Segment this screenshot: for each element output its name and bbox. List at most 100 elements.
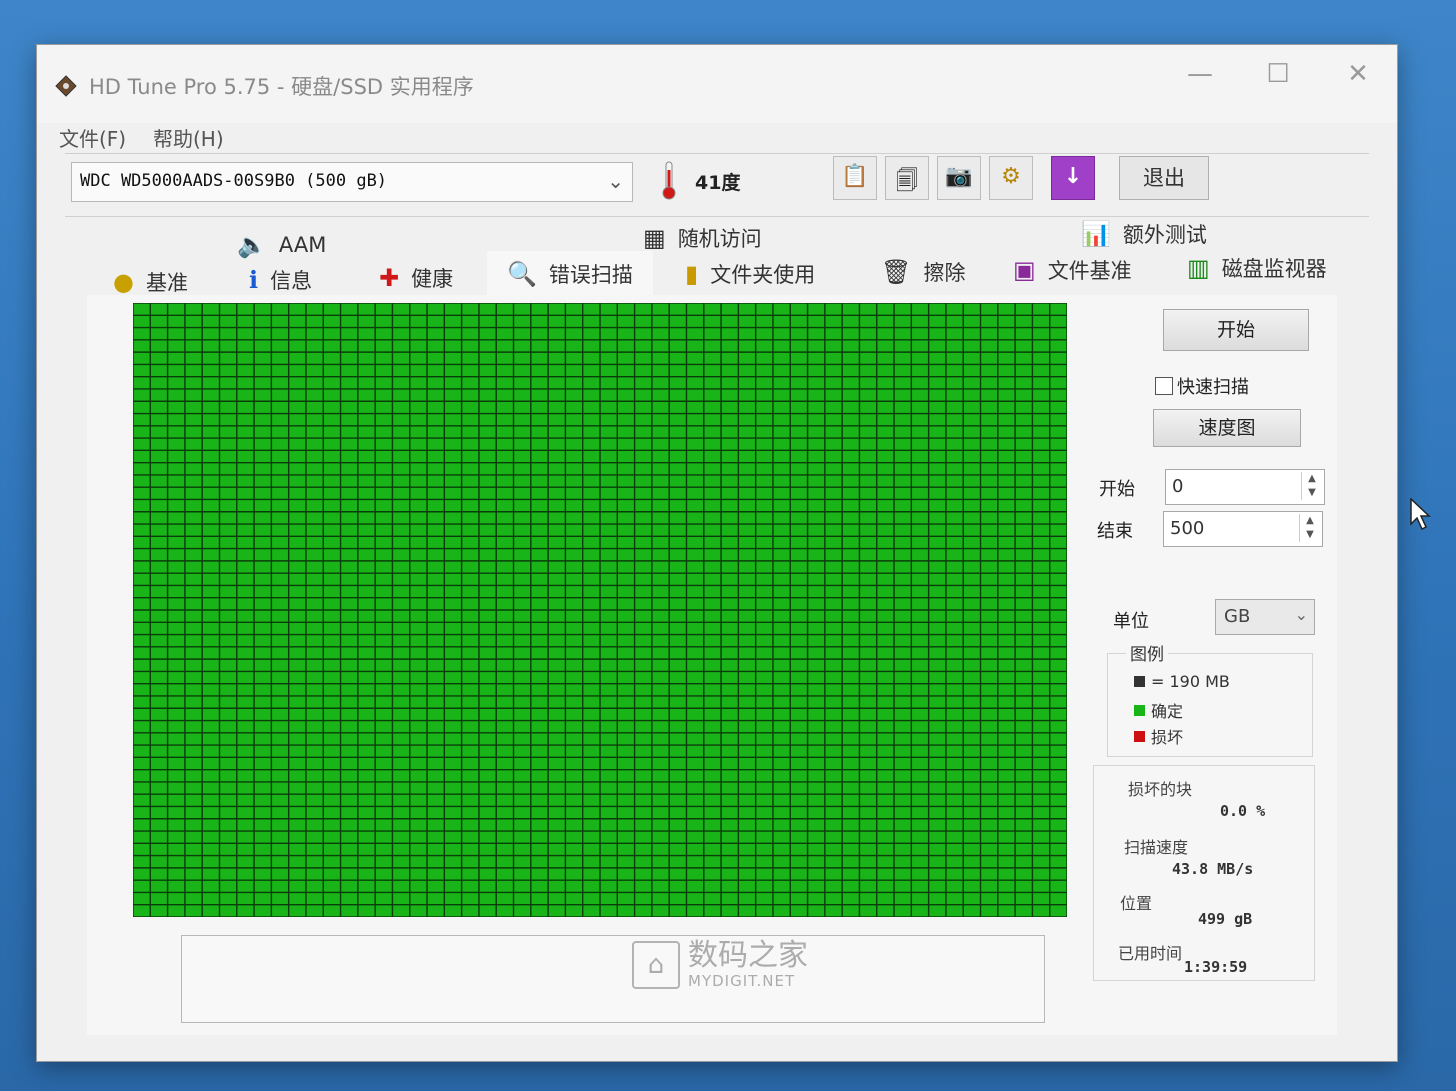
legend-ok-label: 确定 — [1151, 702, 1184, 721]
tab-random-access-label: 随机访问 — [677, 227, 762, 251]
window-title: HD Tune Pro 5.75 - 硬盘/SSD 实用程序 — [89, 75, 474, 99]
quick-scan-checkbox[interactable] — [1155, 377, 1173, 395]
position-label: 位置 — [1120, 894, 1153, 913]
elapsed-time-value: 1:39:59 — [1184, 958, 1248, 976]
quick-scan-label: 快速扫描 — [1177, 377, 1249, 398]
start-label: 开始 — [1099, 479, 1135, 500]
scan-block-map — [133, 303, 1067, 917]
legend-ok: 确定 — [1134, 698, 1183, 722]
scan-speed-label: 扫描速度 — [1124, 838, 1189, 857]
toolbar: WDC WD5000AADS-00S9B0 (500 gB) ⌄ 41度 📋 🗐… — [65, 153, 1369, 217]
tab-error-scan[interactable]: 🔍 错误扫描 — [487, 251, 653, 297]
chevron-down-icon: ⌄ — [607, 169, 624, 193]
damaged-blocks-value: 0.0 % — [1220, 802, 1266, 820]
error-scan-panel: 开始 快速扫描 速度图 开始 0 ▲▼ 结束 500 ▲▼ 单位 GB ⌄ — [87, 295, 1337, 1035]
minimize-button[interactable]: — — [1175, 59, 1225, 89]
tab-info-label: 信息 — [270, 269, 313, 293]
status-area — [181, 935, 1045, 1023]
tab-bar: 🔈 AAM ▦ 随机访问 📊 额外测试 ● 基准 ℹ 信息 ✚ 健康 🔍 错误扫… — [77, 217, 1357, 297]
unit-select[interactable]: GB ⌄ — [1215, 599, 1315, 635]
unit-select-value: GB — [1224, 606, 1251, 627]
speed-map-button[interactable]: 速度图 — [1153, 409, 1301, 447]
tab-extra-tests[interactable]: 📊 额外测试 — [1081, 219, 1207, 249]
end-label: 结束 — [1097, 521, 1133, 542]
options-button[interactable]: ⚙ — [989, 156, 1033, 200]
camera-icon: 📷 — [945, 164, 973, 189]
download-icon: ↓ — [1063, 164, 1083, 189]
title-bar[interactable]: HD Tune Pro 5.75 - 硬盘/SSD 实用程序 — ☐ ✕ — [37, 45, 1397, 123]
download-button[interactable]: ↓ — [1051, 156, 1095, 200]
watermark-main-text: 数码之家 — [688, 938, 808, 973]
spinner-arrows-icon[interactable]: ▲ ▼ — [1301, 472, 1322, 500]
tab-random-access[interactable]: ▦ 随机访问 — [643, 223, 762, 253]
legend-block-size-label: = 190 MB — [1151, 672, 1230, 691]
tab-disk-monitor-label: 磁盘监视器 — [1221, 257, 1327, 281]
file-benchmark-icon: ▣ — [1013, 256, 1036, 284]
menu-help[interactable]: 帮助(H) — [153, 123, 224, 152]
spinner-arrows-icon[interactable]: ▲ ▼ — [1299, 514, 1320, 542]
legend-block-size: = 190 MB — [1134, 672, 1230, 691]
copy-screenshot-button[interactable]: 🗐 — [885, 156, 929, 200]
tab-health[interactable]: ✚ 健康 — [379, 263, 453, 293]
legend-damaged-label: 损坏 — [1151, 728, 1184, 747]
tab-erase[interactable]: 🗑 擦除 — [881, 257, 965, 287]
folder-icon: ▮ — [685, 260, 699, 288]
scan-controls: 开始 快速扫描 速度图 开始 0 ▲▼ 结束 500 ▲▼ 单位 GB ⌄ — [1087, 295, 1337, 1035]
tab-file-benchmark-label: 文件基准 — [1047, 259, 1132, 283]
position-value: 499 gB — [1198, 910, 1253, 928]
menu-file[interactable]: 文件(F) — [59, 123, 126, 152]
end-input[interactable]: 500 ▲ ▼ — [1163, 511, 1323, 547]
drive-select-value: WDC WD5000AADS-00S9B0 (500 gB) — [80, 171, 388, 191]
drive-select[interactable]: WDC WD5000AADS-00S9B0 (500 gB) ⌄ — [71, 162, 633, 202]
exit-button[interactable]: 退出 — [1119, 156, 1209, 200]
copy-text-icon: 📋 — [841, 164, 869, 189]
temperature-value: 41度 — [695, 172, 741, 194]
quick-scan-checkbox-row[interactable]: 快速扫描 — [1155, 373, 1249, 399]
tab-erase-label: 擦除 — [923, 261, 966, 285]
damaged-blocks-label: 损坏的块 — [1128, 780, 1193, 799]
start-button[interactable]: 开始 — [1163, 309, 1309, 351]
mouse-cursor-icon — [1410, 498, 1431, 531]
benchmark-icon: ● — [113, 268, 134, 296]
damaged-swatch-icon — [1134, 730, 1145, 742]
options-icon: ⚙ — [1001, 164, 1021, 189]
ok-swatch-icon — [1134, 704, 1145, 716]
info-icon: ℹ — [249, 266, 259, 294]
close-button[interactable]: ✕ — [1333, 59, 1383, 89]
end-input-value: 500 — [1170, 518, 1205, 539]
screenshot-button[interactable]: 📷 — [937, 156, 981, 200]
maximize-button[interactable]: ☐ — [1253, 59, 1303, 89]
thermometer-icon — [662, 161, 676, 200]
legend-title: 图例 — [1126, 640, 1168, 665]
tab-disk-monitor[interactable]: ▥ 磁盘监视器 — [1187, 253, 1327, 283]
health-cross-icon: ✚ — [379, 264, 400, 292]
start-input[interactable]: 0 ▲ ▼ — [1165, 469, 1325, 505]
tab-benchmark[interactable]: ● 基准 — [113, 267, 188, 297]
menu-bar: 文件(F) 帮助(H) — [37, 121, 1397, 153]
tab-extra-tests-label: 额外测试 — [1122, 223, 1207, 247]
trash-icon: 🗑 — [881, 258, 912, 286]
disk-monitor-icon: ▥ — [1187, 254, 1210, 282]
app-window: HD Tune Pro 5.75 - 硬盘/SSD 实用程序 — ☐ ✕ 文件(… — [36, 44, 1398, 1062]
start-input-value: 0 — [1172, 476, 1184, 497]
copy-text-button[interactable]: 📋 — [833, 156, 877, 200]
tab-info[interactable]: ℹ 信息 — [249, 265, 312, 295]
tab-benchmark-label: 基准 — [145, 271, 188, 295]
tab-aam[interactable]: 🔈 AAM — [237, 231, 326, 259]
elapsed-time-label: 已用时间 — [1118, 944, 1183, 963]
tab-folder-usage[interactable]: ▮ 文件夹使用 — [685, 259, 815, 289]
app-logo-icon — [55, 75, 77, 97]
tab-aam-label: AAM — [278, 233, 327, 257]
copy-screenshot-icon: 🗐 — [896, 169, 918, 194]
tab-health-label: 健康 — [411, 267, 454, 291]
speaker-icon: 🔈 — [237, 231, 267, 259]
scan-block-grid — [133, 303, 1067, 917]
tab-error-scan-label: 错误扫描 — [548, 263, 633, 287]
tab-folder-usage-label: 文件夹使用 — [710, 263, 816, 287]
scan-statistics: 损坏的块 0.0 % 扫描速度 43.8 MB/s 位置 499 gB 已用时间… — [1093, 765, 1315, 981]
random-access-icon: ▦ — [643, 224, 666, 252]
scan-speed-value: 43.8 MB/s — [1172, 860, 1254, 878]
extra-tests-icon: 📊 — [1081, 220, 1111, 248]
legend: 图例 = 190 MB 确定 损坏 — [1107, 640, 1313, 757]
tab-file-benchmark[interactable]: ▣ 文件基准 — [1013, 255, 1132, 285]
